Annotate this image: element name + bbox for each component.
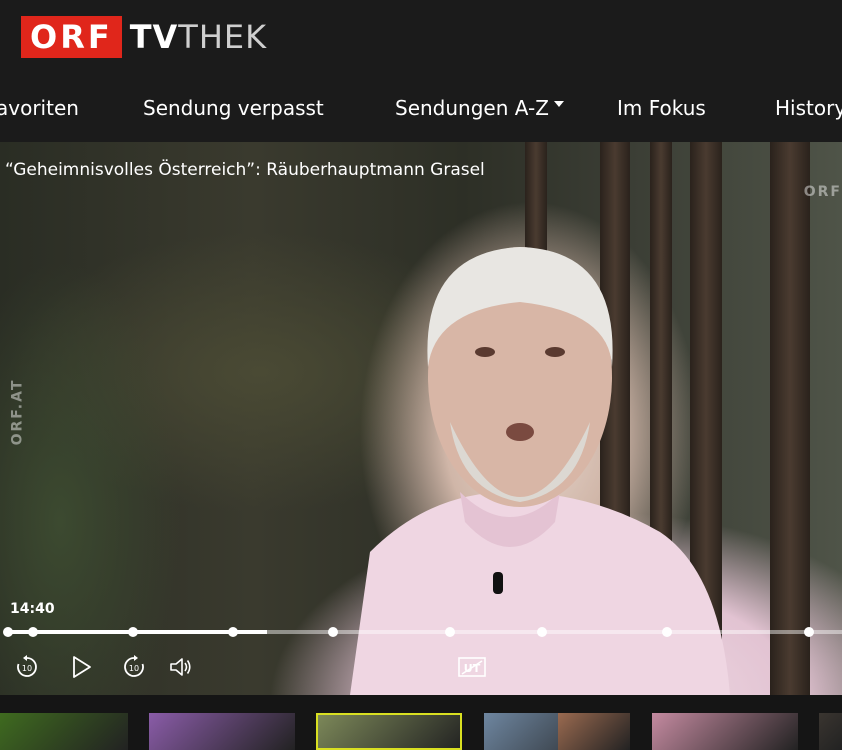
chapter-marker[interactable] xyxy=(661,627,672,637)
play-icon xyxy=(73,656,91,678)
header: ORF TV THEK xyxy=(0,0,842,78)
thumbnail-dark-scene[interactable] xyxy=(819,713,842,750)
thumbnail-forest-scene[interactable] xyxy=(316,713,462,750)
chapter-marker[interactable] xyxy=(3,627,13,637)
subtitles-icon: UT xyxy=(458,657,486,677)
progress-bar[interactable] xyxy=(3,627,842,637)
video-frame-person xyxy=(350,247,730,695)
forward-seconds-label: 10 xyxy=(129,664,139,673)
orf-tvthek-logo[interactable]: ORF TV THEK xyxy=(21,16,267,58)
nav-item-label: History xyxy=(775,96,842,120)
nav-item-label: Sendung verpasst xyxy=(143,96,324,120)
main-navigation: avoriten Sendung verpasst Sendungen A-Z … xyxy=(0,78,842,142)
rewind-10-button[interactable]: 10 xyxy=(14,654,40,680)
volume-button[interactable] xyxy=(168,654,194,680)
thumbnail-stage-scene[interactable] xyxy=(149,713,295,750)
thumbnail-kitchen-scene[interactable] xyxy=(558,713,630,750)
thumbnail-strip xyxy=(0,695,842,750)
volume-icon xyxy=(170,658,191,676)
orf-watermark: ORF xyxy=(803,184,842,200)
tree-trunk xyxy=(770,142,810,695)
logo-tv-text: TV xyxy=(129,18,179,56)
forward-10-icon: 10 xyxy=(124,655,144,677)
chapter-marker[interactable] xyxy=(28,627,39,637)
thumbnail-show-scene[interactable] xyxy=(652,713,798,750)
forward-10-button[interactable]: 10 xyxy=(121,654,147,680)
chapter-marker[interactable] xyxy=(803,627,814,637)
rewind-seconds-label: 10 xyxy=(22,664,32,673)
current-time: 14:40 xyxy=(10,601,55,617)
video-player[interactable]: “Geheimnisvolles Österreich”: Räuberhaup… xyxy=(0,142,842,695)
chapter-marker[interactable] xyxy=(228,627,239,637)
nav-item-im-fokus[interactable]: Im Fokus xyxy=(617,96,706,120)
subtitles-button[interactable]: UT xyxy=(457,654,487,680)
logo-orf-text: ORF xyxy=(30,18,113,56)
orf-at-watermark: ORF.AT xyxy=(9,378,26,446)
video-title: “Geheimnisvolles Österreich”: Räuberhaup… xyxy=(5,160,485,180)
nav-item-label: Im Fokus xyxy=(617,96,706,120)
nav-item-label: Sendungen A-Z xyxy=(395,96,549,120)
nav-item-history[interactable]: History xyxy=(775,96,842,120)
nav-item-sendungen-a-z[interactable]: Sendungen A-Z xyxy=(395,96,564,120)
nav-item-label: avoriten xyxy=(0,96,79,120)
chapter-marker[interactable] xyxy=(128,627,139,637)
thumbnail-green-scene[interactable] xyxy=(0,713,128,750)
orf-logo-box: ORF xyxy=(21,16,122,58)
chapter-marker[interactable] xyxy=(445,627,456,637)
rewind-10-icon: 10 xyxy=(17,655,37,677)
logo-thek-text: THEK xyxy=(178,18,268,56)
chapter-marker[interactable] xyxy=(536,627,547,637)
nav-item-favoriten[interactable]: avoriten xyxy=(0,96,79,120)
play-button[interactable] xyxy=(68,654,94,680)
caret-down-icon xyxy=(553,100,564,107)
nav-item-sendung-verpasst[interactable]: Sendung verpasst xyxy=(143,96,324,120)
